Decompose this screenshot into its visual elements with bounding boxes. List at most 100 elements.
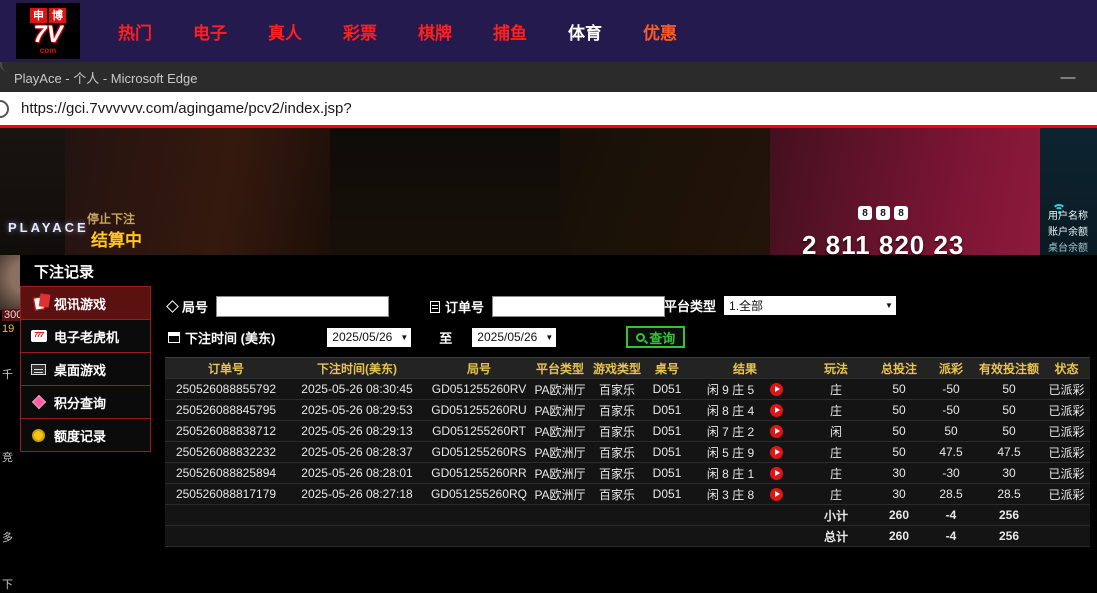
nav-item-hot[interactable]: 热门	[118, 19, 152, 44]
date-from-select[interactable]: 2025/05/26 ▼	[327, 328, 411, 347]
game-type: 百家乐	[589, 484, 645, 505]
status-badge: 已派彩	[1043, 484, 1090, 505]
result-text: 闲 5 庄 9	[707, 444, 754, 461]
replay-icon[interactable]	[770, 488, 783, 501]
table-row: 250526088817179 2025-05-26 08:27:18 GD05…	[165, 484, 1090, 505]
game-type: 百家乐	[589, 421, 645, 442]
total-bet: 50	[871, 421, 927, 442]
nav-item-live[interactable]: 真人	[268, 19, 302, 44]
platform: PA欧洲厅	[531, 400, 589, 421]
sidebar-item-label: 积分查询	[54, 393, 106, 412]
die-icon: 8	[858, 206, 872, 220]
play-type: 庄	[801, 400, 871, 421]
total-bet: 30	[871, 484, 927, 505]
sidebar-item-slots[interactable]: 电子老虎机	[20, 319, 151, 353]
replay-icon[interactable]	[770, 425, 783, 438]
status-badge: 已派彩	[1043, 421, 1090, 442]
game-type: 百家乐	[589, 400, 645, 421]
banner-segment-mid1	[330, 128, 560, 255]
replay-icon[interactable]	[770, 446, 783, 459]
reload-icon[interactable]	[0, 100, 9, 118]
round-no: GD051255260RS	[427, 442, 531, 463]
tag-icon	[166, 300, 179, 313]
bet-time: 2025-05-26 08:27:18	[287, 484, 427, 505]
table-no: D051	[645, 442, 689, 463]
bet-time: 2025-05-26 08:28:01	[287, 463, 427, 484]
result-text: 闲 3 庄 8	[707, 486, 754, 503]
round-number-input[interactable]	[216, 296, 389, 317]
total-bet: 50	[871, 400, 927, 421]
list-icon	[648, 301, 659, 310]
user-name-label: 用户名称	[1048, 207, 1088, 222]
payout: 47.5	[927, 442, 975, 463]
table-row: 250526088832232 2025-05-26 08:28:37 GD05…	[165, 442, 1090, 463]
col-header: 订单号	[165, 358, 287, 379]
col-header: 平台类型	[531, 358, 589, 379]
replay-icon[interactable]	[770, 467, 783, 480]
address-bar[interactable]: https://gci.7vvvvvv.com/agingame/pcv2/in…	[0, 92, 1097, 125]
sidebar-item-label: 额度记录	[54, 426, 106, 445]
round-no: GD051255260RU	[427, 400, 531, 421]
window-title: PlayAce - 个人 - Microsoft Edge	[14, 68, 198, 87]
round-no: GD051255260RQ	[427, 484, 531, 505]
valid-bet: 28.5	[975, 484, 1043, 505]
sidebar-item-label: 桌面游戏	[54, 360, 106, 379]
strip-fragment: 19	[2, 323, 14, 335]
chevron-down-icon: ▼	[542, 328, 556, 347]
result-text: 闲 8 庄 1	[707, 465, 754, 482]
col-header: 玩法	[801, 358, 871, 379]
strip-fragment: 下	[2, 576, 13, 592]
valid-bet: 50	[975, 421, 1043, 442]
payout: -30	[927, 463, 975, 484]
bet-time: 2025-05-26 08:29:53	[287, 400, 427, 421]
order-number-input[interactable]	[492, 296, 665, 317]
strip-fragment: 千	[2, 366, 13, 382]
date-to-select[interactable]: 2025/05/26 ▼	[472, 328, 556, 347]
total-bet: 30	[871, 463, 927, 484]
nav-item-electronic[interactable]: 电子	[193, 19, 227, 44]
order-number-label-group: 订单号	[430, 297, 484, 316]
subtotal-label: 小计	[801, 505, 871, 526]
nav-item-promo[interactable]: 优惠	[643, 19, 677, 44]
jackpot-number: 2 811 820 23	[802, 230, 964, 255]
subtotal-valid-bet: 256	[975, 505, 1043, 526]
valid-bet: 47.5	[975, 442, 1043, 463]
replay-icon[interactable]	[770, 404, 783, 417]
diamond-icon	[30, 394, 47, 410]
tab-corner-decoration	[0, 62, 10, 72]
banner-segment-casino: 停止下注 结算中	[65, 128, 330, 255]
search-button[interactable]: 查询	[626, 326, 685, 348]
die-icon: 8	[894, 206, 908, 220]
table-row: 250526088845795 2025-05-26 08:29:53 GD05…	[165, 400, 1090, 421]
nav-item-sports[interactable]: 体育	[568, 19, 602, 44]
col-header: 局号	[427, 358, 531, 379]
brand-logo[interactable]: 申 博 7V com	[16, 3, 80, 59]
sidebar-item-quota-records[interactable]: 额度记录	[20, 418, 151, 452]
top-nav: 申 博 7V com 热门 电子 真人 彩票 棋牌 捕鱼 体育 优惠	[0, 0, 1097, 62]
promo-banner: 停止下注 结算中 8 8 8 2 811 820 23 用户名称 账户余额 桌台…	[0, 128, 1097, 255]
app-window: 申 博 7V com 热门 电子 真人 彩票 棋牌 捕鱼 体育 优惠 PlayA…	[0, 0, 1097, 593]
table-header-row: 订单号 下注时间(美东) 局号 平台类型 游戏类型 桌号 结果 玩法 总投注 派…	[165, 358, 1090, 379]
date-to-value: 2025/05/26	[477, 330, 537, 344]
sidebar-item-points-query[interactable]: 积分查询	[20, 385, 151, 419]
nav-item-chess[interactable]: 棋牌	[418, 19, 452, 44]
main-panel: 局号 订单号 平台类型 1.全部 ▼ 下注时间 (美东	[165, 290, 1090, 590]
bet-time: 2025-05-26 08:30:45	[287, 379, 427, 400]
replay-icon[interactable]	[770, 383, 783, 396]
platform: PA欧洲厅	[531, 484, 589, 505]
strip-fragment: 竞	[2, 449, 13, 465]
nav-item-lottery[interactable]: 彩票	[343, 19, 377, 44]
bet-time: 2025-05-26 08:28:37	[287, 442, 427, 463]
platform-type-label-group: 平台类型	[648, 296, 716, 315]
sidebar-item-video-games[interactable]: 视讯游戏	[20, 286, 151, 320]
strip-fragment: 多	[2, 529, 13, 545]
col-header: 桌号	[645, 358, 689, 379]
minimize-button[interactable]: —	[1053, 62, 1083, 92]
sidebar-item-table-games[interactable]: 桌面游戏	[20, 352, 151, 386]
platform-type-select[interactable]: 1.全部 ▼	[724, 296, 896, 315]
brand-logo-sub: com	[40, 47, 56, 55]
nav-item-fishing[interactable]: 捕鱼	[493, 19, 527, 44]
document-icon	[430, 301, 440, 313]
order-no: 250526088825894	[165, 463, 287, 484]
grand-total-label: 总计	[801, 526, 871, 547]
